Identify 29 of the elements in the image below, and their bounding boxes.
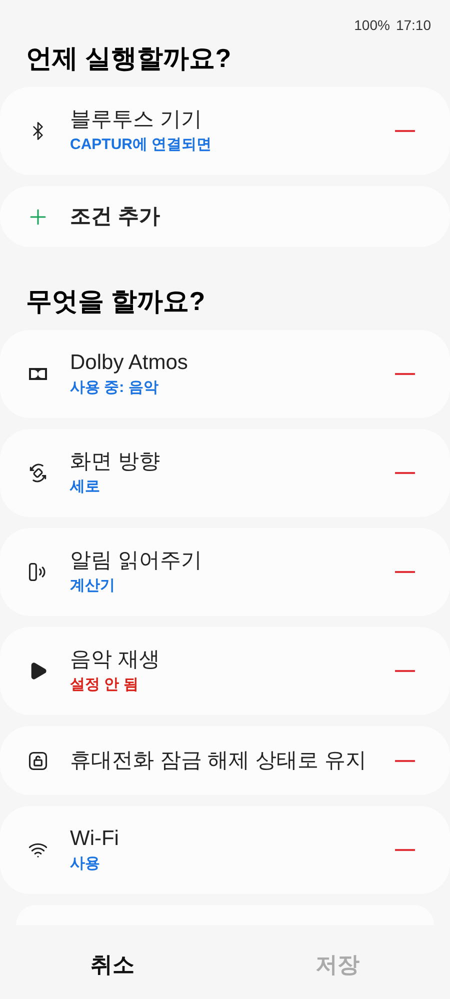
- item-card[interactable]: 휴대전화 잠금 해제 상태로 유지: [0, 726, 450, 795]
- item-title: 음악 재생: [70, 647, 161, 673]
- item-title: 알림 읽어주기: [70, 548, 203, 574]
- add-condition-button[interactable]: 조건 추가: [0, 186, 450, 247]
- item-card[interactable]: 알림 읽어주기 계산기: [0, 528, 450, 616]
- item-subtitle: 사용: [70, 854, 101, 874]
- item-title: Dolby Atmos: [70, 350, 189, 376]
- item-card[interactable]: Wi-Fi 사용: [0, 806, 450, 894]
- rotate-icon: [27, 462, 49, 484]
- section-heading: 언제 실행할까요?: [25, 42, 232, 74]
- item-subtitle: CAPTUR에 연결되면: [70, 135, 213, 155]
- cancel-button[interactable]: 취소: [0, 929, 225, 999]
- item-title: 블루투스 기기: [70, 107, 203, 133]
- item-title: Wi-Fi: [70, 826, 120, 852]
- item-title: 화면 방향: [70, 449, 161, 475]
- battery-level: 100%: [354, 16, 390, 35]
- item-card[interactable]: 음악 재생 설정 안 됨: [0, 627, 450, 715]
- item-card[interactable]: Dolby Atmos 사용 중: 음악: [0, 330, 450, 418]
- item-subtitle: 설정 안 됨: [70, 675, 140, 695]
- item-subtitle: 계산기: [70, 576, 116, 596]
- clock: 17:10: [396, 16, 431, 35]
- item-card[interactable]: 화면 방향 세로: [0, 429, 450, 517]
- item-subtitle: 사용 중: 음악: [70, 378, 160, 398]
- item-card[interactable]: 블루투스 기기 CAPTUR에 연결되면: [0, 87, 450, 175]
- lock-icon: [27, 750, 49, 772]
- section-heading: 무엇을 할까요?: [25, 285, 206, 317]
- item-title: 휴대전화 잠금 해제 상태로 유지: [70, 748, 368, 774]
- dolby-icon: [28, 367, 48, 381]
- item-subtitle: 세로: [70, 477, 101, 497]
